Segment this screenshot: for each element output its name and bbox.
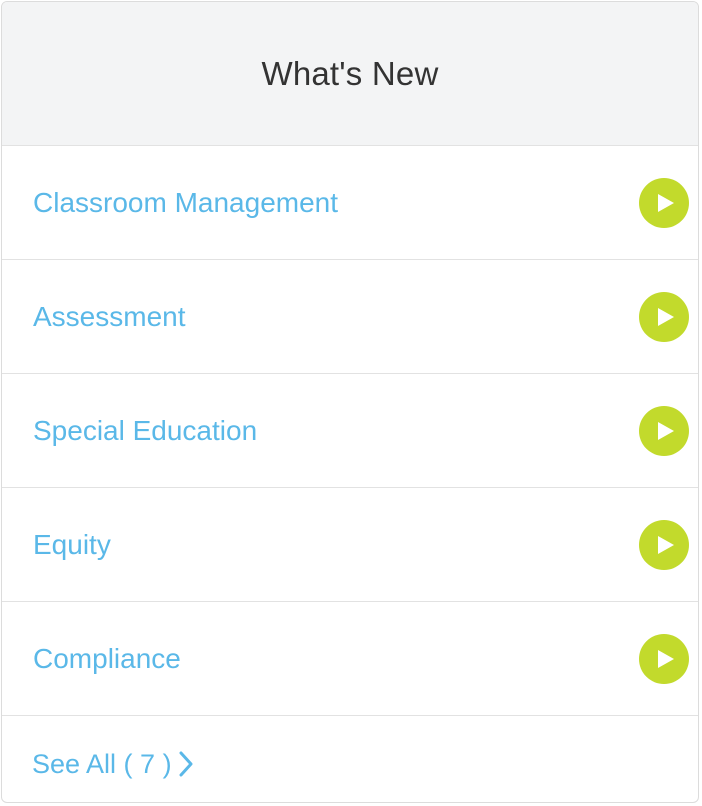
panel-header: What's New — [2, 2, 698, 146]
panel-title: What's New — [261, 54, 439, 92]
list-item-equity[interactable]: Equity — [2, 488, 698, 602]
list-item-label[interactable]: Assessment — [33, 301, 186, 333]
play-icon[interactable] — [639, 633, 689, 684]
whats-new-panel: What's New Classroom Management Assessme… — [1, 1, 699, 803]
see-all-link[interactable]: See All ( 7 ) — [32, 749, 194, 780]
list-item-classroom-management[interactable]: Classroom Management — [2, 146, 698, 260]
play-icon[interactable] — [639, 519, 689, 570]
chevron-right-icon[interactable] — [178, 750, 194, 778]
list-item-special-education[interactable]: Special Education — [2, 374, 698, 488]
play-icon[interactable] — [639, 405, 689, 456]
list-item-label[interactable]: Special Education — [33, 415, 257, 447]
see-all-label[interactable]: See All ( 7 ) — [32, 749, 172, 780]
list-item-label[interactable]: Equity — [33, 529, 111, 561]
list-item-label[interactable]: Compliance — [33, 643, 181, 675]
list-item-compliance[interactable]: Compliance — [2, 602, 698, 716]
panel-footer: See All ( 7 ) — [2, 716, 698, 802]
list-item-assessment[interactable]: Assessment — [2, 260, 698, 374]
play-icon[interactable] — [639, 177, 689, 228]
play-icon[interactable] — [639, 291, 689, 342]
list-item-label[interactable]: Classroom Management — [33, 187, 338, 219]
